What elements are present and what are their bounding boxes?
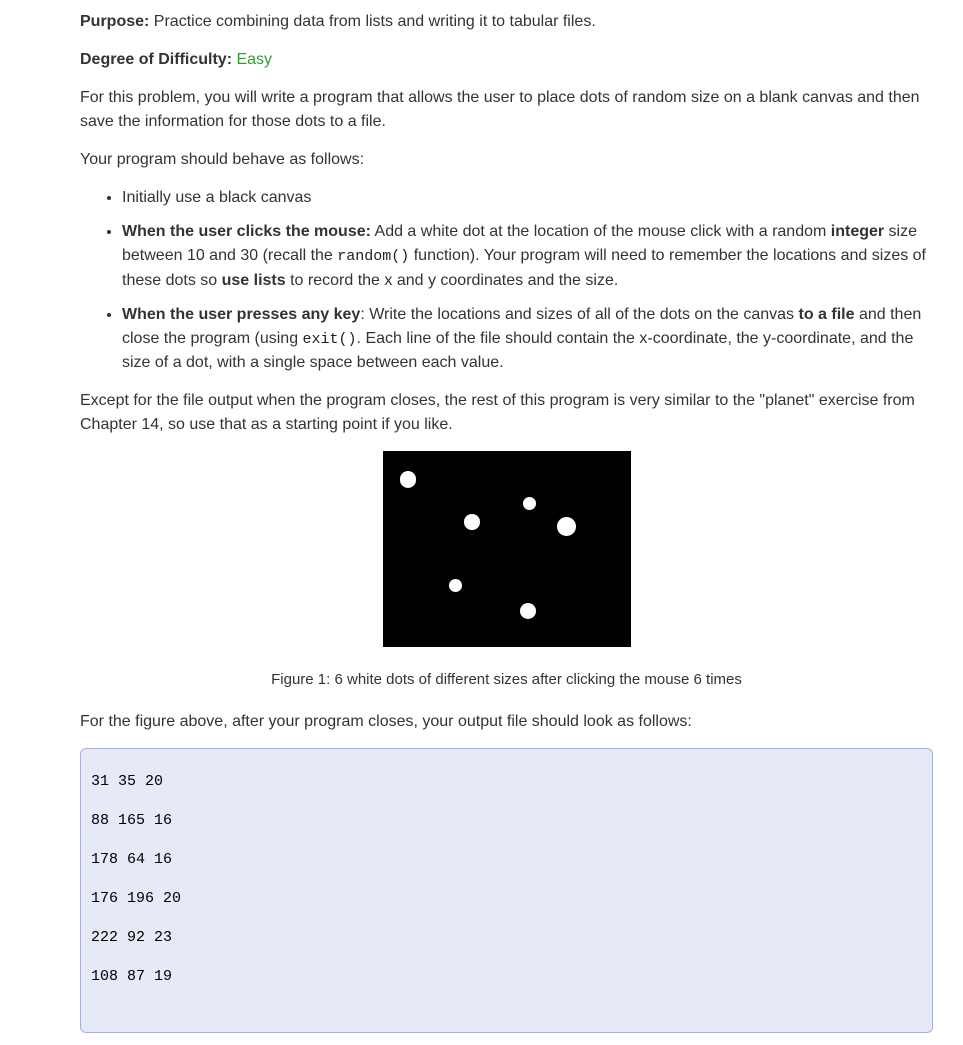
canvas-dot (449, 579, 462, 592)
req2-bold3: use lists (222, 272, 286, 289)
canvas-dot (523, 497, 536, 510)
req2-bold2: integer (831, 223, 884, 240)
figure-caption: Figure 1: 6 white dots of different size… (80, 669, 933, 692)
page: Purpose: Practice combining data from li… (0, 0, 963, 1045)
figure-wrap (80, 451, 933, 655)
req2-t4: to record the x and y coordinates and th… (286, 272, 619, 289)
output-file-box: 31 35 20 88 165 16 178 64 16 176 196 20 … (80, 748, 933, 1033)
req-item-1-text: Initially use a black canvas (122, 189, 311, 206)
content-area: Purpose: Practice combining data from li… (80, 10, 933, 1033)
output-line-2: 88 165 16 (91, 811, 922, 831)
purpose-label: Purpose: (80, 13, 149, 30)
req-item-1: Initially use a black canvas (122, 186, 933, 210)
output-line-5: 222 92 23 (91, 928, 922, 948)
req2-t1: Add a white dot at the location of the m… (371, 223, 831, 240)
req3-t1: : Write the locations and sizes of all o… (360, 306, 798, 323)
black-canvas (383, 451, 631, 647)
purpose-line: Purpose: Practice combining data from li… (80, 10, 933, 34)
canvas-dot (400, 471, 417, 487)
req-item-3: When the user presses any key: Write the… (122, 303, 933, 376)
output-line-3: 178 64 16 (91, 850, 922, 870)
intro-paragraph: For this problem, you will write a progr… (80, 86, 933, 134)
behave-paragraph: Your program should behave as follows: (80, 148, 933, 172)
canvas-dot (520, 603, 537, 619)
req3-bold2: to a file (799, 306, 855, 323)
except-paragraph: Except for the file output when the prog… (80, 389, 933, 437)
req3-bold1: When the user presses any key (122, 306, 360, 323)
output-line-4: 176 196 20 (91, 889, 922, 909)
difficulty-line: Degree of Difficulty: Easy (80, 48, 933, 72)
req3-code: exit() (303, 331, 357, 348)
purpose-text: Practice combining data from lists and w… (149, 13, 595, 30)
req2-bold1: When the user clicks the mouse: (122, 223, 371, 240)
for-figure-paragraph: For the figure above, after your program… (80, 710, 933, 734)
requirements-list: Initially use a black canvas When the us… (80, 186, 933, 375)
output-line-6: 108 87 19 (91, 967, 922, 987)
canvas-dot (557, 517, 576, 536)
difficulty-value: Easy (236, 51, 272, 68)
req-item-2: When the user clicks the mouse: Add a wh… (122, 220, 933, 293)
canvas-dot (464, 514, 480, 530)
output-line-1: 31 35 20 (91, 772, 922, 792)
difficulty-label: Degree of Difficulty: (80, 51, 232, 68)
req2-code: random() (337, 248, 409, 265)
